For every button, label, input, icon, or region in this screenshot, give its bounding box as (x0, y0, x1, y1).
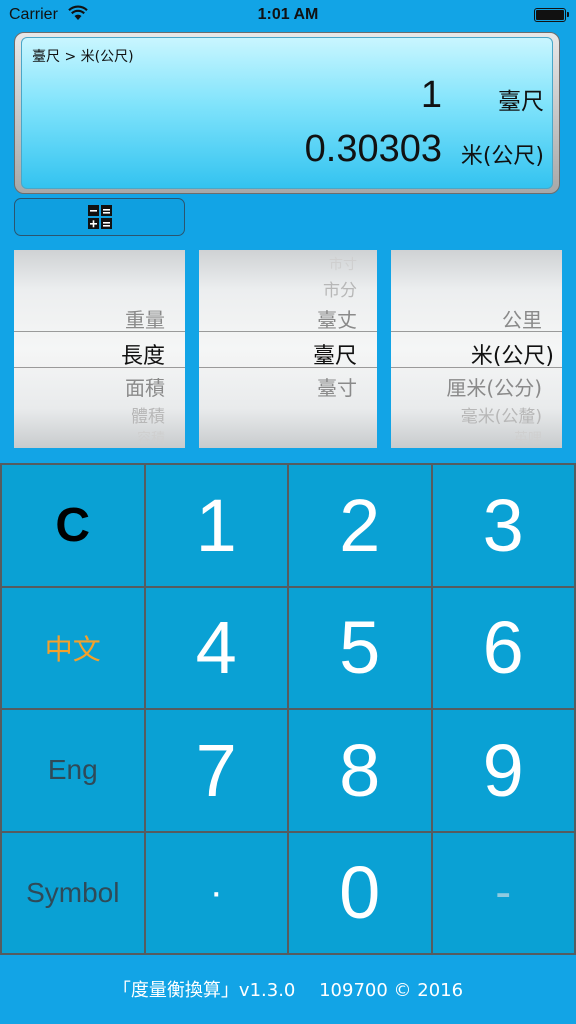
result-display: 臺尺 > 米(公尺) 1 臺尺 0.30303 米(公尺) (21, 37, 553, 189)
picker-item[interactable]: 厘米(公分) (446, 372, 542, 401)
picker-item-selected[interactable]: 長度 (121, 338, 165, 370)
decimal-point-button[interactable]: · (145, 832, 287, 953)
status-time: 1:01 AM (257, 6, 319, 23)
picker-item[interactable]: 臺丈 (317, 304, 357, 333)
picker-selection-line (199, 367, 377, 368)
status-bar: Carrier 1:01 AM (0, 0, 576, 30)
digit-6-button[interactable]: 6 (432, 587, 574, 708)
clear-button[interactable]: C (2, 465, 144, 586)
keypad: C 1 2 3 中文 4 5 6 Eng 7 8 9 Symbol · 0 - (0, 463, 576, 955)
result-value: 0.30303 (304, 128, 442, 170)
category-picker[interactable]: 容積 體積 面積 長度 重量 (14, 250, 185, 448)
picker-item-selected[interactable]: 臺尺 (313, 338, 357, 370)
symbol-mode-button[interactable]: Symbol (2, 832, 144, 953)
picker-item[interactable]: 市寸 (329, 254, 357, 274)
minus-button[interactable]: - (432, 832, 574, 953)
calculator-icon (87, 205, 112, 229)
picker-selection-line (391, 331, 562, 332)
digit-4-button[interactable]: 4 (145, 587, 287, 708)
digit-0-button[interactable]: 0 (289, 832, 431, 953)
picker-selection-line (14, 367, 185, 368)
digit-2-button[interactable]: 2 (289, 465, 431, 586)
to-unit-picker[interactable]: 公里 米(公尺) 厘米(公分) 毫米(公釐) 英哩 (391, 250, 562, 448)
battery-icon (534, 8, 569, 22)
conversion-label: 臺尺 > 米(公尺) (32, 49, 134, 65)
picker-item[interactable]: 毫米(公釐) (461, 402, 542, 427)
picker-item-selected[interactable]: 米(公尺) (471, 338, 554, 370)
calculator-mode-button[interactable] (14, 198, 185, 236)
picker-item[interactable]: 英哩 (514, 428, 542, 448)
chinese-mode-button[interactable]: 中文 (2, 587, 144, 708)
picker-item[interactable]: 市分 (323, 276, 357, 301)
input-unit: 臺尺 (498, 89, 544, 115)
digit-5-button[interactable]: 5 (289, 587, 431, 708)
digit-1-button[interactable]: 1 (145, 465, 287, 586)
picker-item[interactable]: 容積 (137, 428, 165, 448)
footer-version: 「度量衡換算」v1.3.0 109700 © 2016 (112, 980, 464, 1001)
input-value: 1 (420, 74, 442, 116)
digit-9-button[interactable]: 9 (432, 710, 574, 831)
digit-7-button[interactable]: 7 (145, 710, 287, 831)
result-unit: 米(公尺) (460, 144, 544, 169)
picker-selection-line (199, 331, 377, 332)
picker-item[interactable]: 面積 (125, 372, 165, 401)
digit-3-button[interactable]: 3 (432, 465, 574, 586)
picker-item[interactable]: 公里 (502, 304, 542, 333)
picker-selection-line (391, 367, 562, 368)
digit-8-button[interactable]: 8 (289, 710, 431, 831)
display-frame: 臺尺 > 米(公尺) 1 臺尺 0.30303 米(公尺) (14, 32, 560, 194)
picker-item[interactable]: 體積 (131, 402, 165, 427)
english-mode-button[interactable]: Eng (2, 710, 144, 831)
picker-item[interactable]: 臺寸 (317, 372, 357, 401)
from-unit-picker[interactable]: 市寸 市分 臺丈 臺尺 臺寸 (199, 250, 377, 448)
picker-selection-line (14, 331, 185, 332)
picker-item[interactable]: 重量 (125, 304, 165, 333)
